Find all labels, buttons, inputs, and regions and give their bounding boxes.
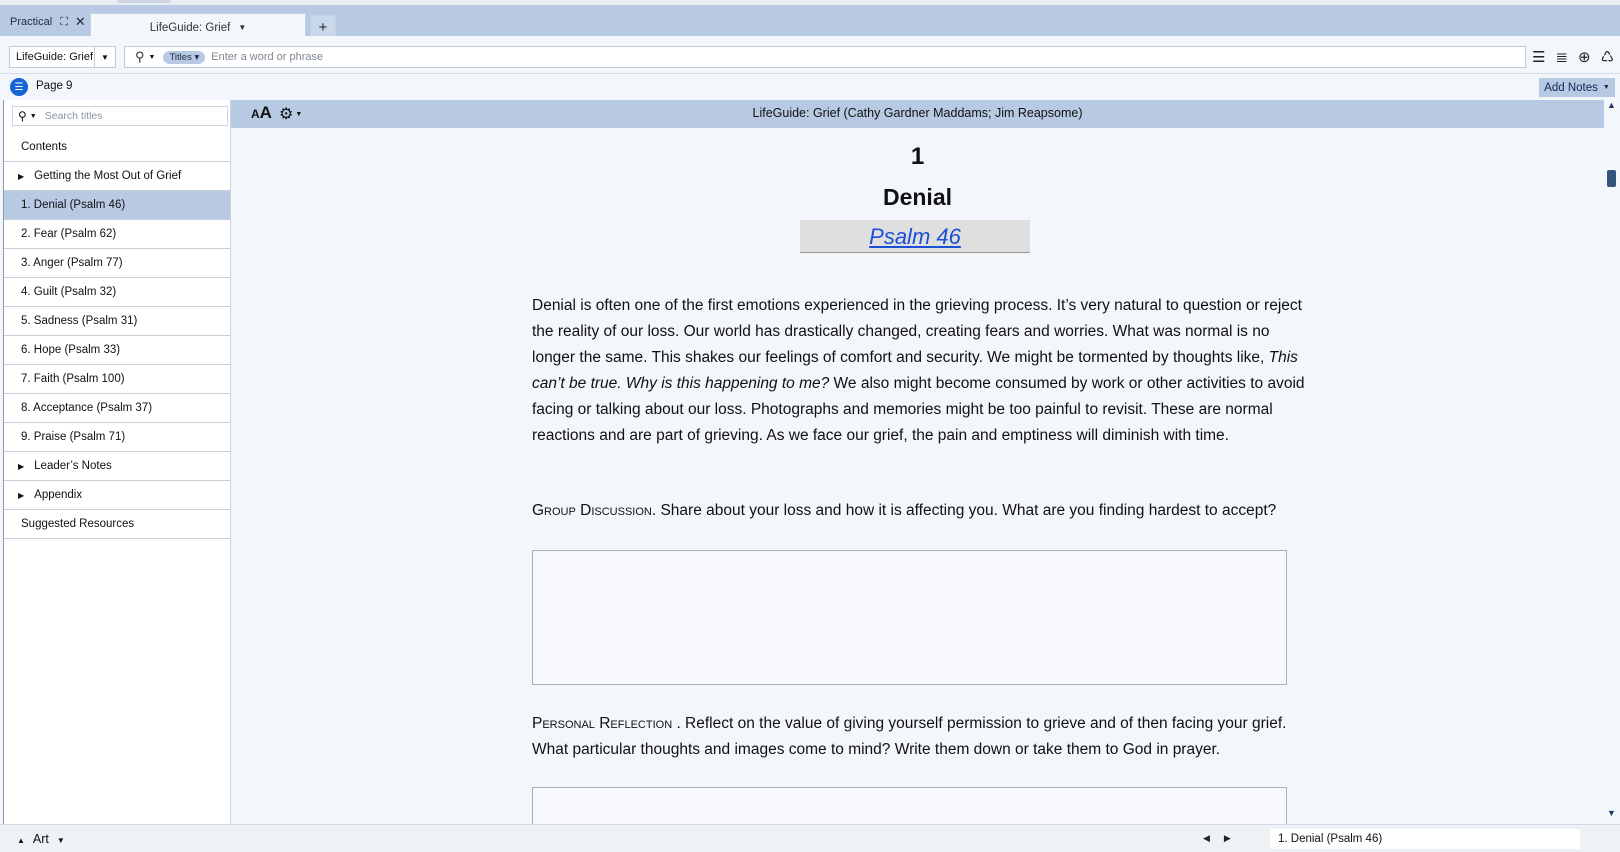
page-row: ☰ Page 9	[0, 74, 1620, 100]
expand-triangle-icon[interactable]: ▶	[18, 172, 24, 181]
personal-reflection-label: Personal Reflection	[532, 715, 673, 732]
fullscreen-icon[interactable]: ⛶	[60, 16, 68, 29]
page-label: Page 9	[36, 80, 73, 92]
chevron-down-icon: ▼	[1602, 84, 1610, 91]
status-bar: ▲ Art ▼ ◀▶ 1. Denial (Psalm 46)	[0, 824, 1620, 852]
close-icon[interactable]: ✕	[75, 14, 86, 30]
group-discussion-label: Group Discussion.	[532, 502, 657, 519]
sidebar-item-praise[interactable]: 9. Praise (Psalm 71)	[4, 423, 230, 452]
expand-triangle-icon[interactable]: ▶	[18, 462, 24, 471]
contents-list-icon[interactable]: ☰	[10, 78, 28, 96]
sidebar-toc: ⚲ ▼ Search titles Contents ▶ Getting the …	[3, 100, 231, 824]
chapter-number: 1	[910, 143, 925, 170]
window-nub	[118, 0, 170, 3]
add-icon[interactable]: ⊕	[1578, 48, 1591, 66]
sidebar-item-label: 6. Hope (Psalm 33)	[21, 344, 121, 356]
sync-icon[interactable]: ♺	[1601, 48, 1614, 66]
sidebar-item-label: 1. Denial (Psalm 46)	[21, 199, 126, 211]
scripture-link[interactable]: Psalm 46	[869, 224, 961, 249]
sidebar-item-fear[interactable]: 2. Fear (Psalm 62)	[4, 220, 230, 249]
personal-reflection-paragraph: Personal Reflection . Reflect on the val…	[532, 711, 1312, 763]
sidebar-item-anger[interactable]: 3. Anger (Psalm 77)	[4, 249, 230, 278]
sidebar-item-suggested-resources[interactable]: Suggested Resources	[4, 510, 230, 539]
add-notes-button[interactable]: Add Notes ▼	[1539, 78, 1615, 97]
intro-paragraph: Denial is often one of the first emotion…	[532, 293, 1312, 449]
sidebar-item-label: Contents	[21, 141, 68, 153]
reader-content: 1 Denial Psalm 46 Denial is often one of…	[231, 128, 1604, 824]
chevron-down-icon[interactable]: ▼	[94, 47, 115, 67]
group-discussion-text: Share about your loss and how it is affe…	[656, 502, 1277, 519]
search-bar[interactable]: ⚲ ▼ Titles ▾ Enter a word or phrase	[124, 46, 1526, 68]
sidebar-item-label: 2. Fear (Psalm 62)	[21, 228, 117, 240]
history-nav: ◀▶	[1203, 833, 1245, 844]
location-field[interactable]: 1. Denial (Psalm 46)	[1270, 829, 1580, 849]
sidebar-item-label: Appendix	[34, 489, 83, 501]
note-input-box[interactable]	[532, 550, 1287, 685]
back-arrow-icon[interactable]: ◀	[1203, 833, 1224, 843]
sidebar-item-label: 5. Sadness (Psalm 31)	[21, 315, 138, 327]
search-icon[interactable]: ⚲	[18, 109, 27, 123]
title-search-field[interactable]: ⚲ ▼ Search titles	[12, 106, 228, 126]
search-icon[interactable]: ⚲	[135, 49, 145, 65]
gear-icon[interactable]: ⚙ ▼	[279, 104, 302, 124]
sidebar-item-sadness[interactable]: 5. Sadness (Psalm 31)	[4, 307, 230, 336]
sidebar-item-hope[interactable]: 6. Hope (Psalm 33)	[4, 336, 230, 365]
search-input[interactable]: Enter a word or phrase	[211, 51, 323, 63]
scroll-down-icon[interactable]: ▼	[1607, 808, 1616, 818]
sidebar-item-label: Leader’s Notes	[34, 460, 112, 472]
sidebar-item-denial[interactable]: 1. Denial (Psalm 46)	[4, 191, 230, 220]
sidebar-item-appendix[interactable]: ▶ Appendix	[4, 481, 230, 510]
art-label: Art	[32, 832, 49, 846]
sidebar-item-acceptance[interactable]: 8. Acceptance (Psalm 37)	[4, 394, 230, 423]
parallel-resources-icon[interactable]: ☰	[1532, 48, 1545, 66]
sidebar-item-label: 7. Faith (Psalm 100)	[21, 373, 125, 385]
toc-list: Contents ▶ Getting the Most Out of Grief …	[4, 133, 230, 539]
reader-scrollbar[interactable]: ▲ ▼	[1604, 100, 1620, 824]
add-notes-label: Add Notes	[1544, 81, 1598, 94]
toolbar: LifeGuide: Grief ▼ ⚲ ▼ Titles ▾ Enter a …	[0, 36, 1620, 74]
chevron-up-icon: ▲	[17, 836, 25, 845]
scroll-up-icon[interactable]: ▲	[1607, 100, 1616, 110]
book-select-value: LifeGuide: Grief	[16, 51, 94, 63]
chapter-title: Denial	[882, 184, 953, 210]
book-select[interactable]: LifeGuide: Grief ▼	[9, 46, 116, 68]
sidebar-item-label: Getting the Most Out of Grief	[34, 170, 182, 182]
title-search-input[interactable]: Search titles	[45, 110, 103, 122]
expand-triangle-icon[interactable]: ▶	[18, 491, 24, 500]
book-title: LifeGuide: Grief (Cathy Gardner Maddams;…	[752, 106, 1083, 120]
tab-practical[interactable]: Practical ⛶ ✕	[4, 11, 88, 33]
tab-lifeguide-label: LifeGuide: Grief	[149, 21, 231, 34]
sidebar-item-label: 9. Praise (Psalm 71)	[21, 431, 126, 443]
font-size-icon[interactable]: AA	[251, 103, 272, 123]
tab-bar: Practical ⛶ ✕ LifeGuide: Grief ▼ +	[0, 5, 1620, 41]
sidebar-item-label: 8. Acceptance (Psalm 37)	[21, 402, 153, 414]
scripture-reference-box: Psalm 46	[800, 220, 1030, 253]
scroll-thumb[interactable]	[1607, 170, 1616, 187]
intro-text-1: Denial is often one of the first emotion…	[532, 297, 1302, 366]
art-panel-toggle[interactable]: ▲ Art ▼	[17, 832, 65, 846]
forward-arrow-icon[interactable]: ▶	[1224, 833, 1245, 843]
search-scope-pill[interactable]: Titles ▾	[163, 50, 206, 64]
visual-filters-icon[interactable]: ≣	[1555, 48, 1568, 66]
sidebar-item-getting-most[interactable]: ▶ Getting the Most Out of Grief	[4, 162, 230, 191]
group-discussion-paragraph: Group Discussion. Share about your loss …	[532, 498, 1312, 524]
sidebar-item-label: 3. Anger (Psalm 77)	[21, 257, 123, 269]
sidebar-item-contents[interactable]: Contents	[4, 133, 230, 162]
chevron-down-icon: ▼	[56, 836, 65, 845]
sidebar-item-leaders-notes[interactable]: ▶ Leader’s Notes	[4, 452, 230, 481]
note-input-box[interactable]	[532, 787, 1287, 824]
sidebar-item-guilt[interactable]: 4. Guilt (Psalm 32)	[4, 278, 230, 307]
tab-practical-label: Practical	[10, 16, 53, 28]
chevron-down-icon[interactable]: ▼	[238, 23, 246, 32]
sidebar-item-label: Suggested Resources	[21, 518, 135, 530]
chevron-down-icon[interactable]: ▼	[30, 113, 37, 120]
chevron-down-icon[interactable]: ▼	[149, 54, 156, 61]
reader-header: LifeGuide: Grief (Cathy Gardner Maddams;…	[231, 100, 1604, 128]
sidebar-item-label: 4. Guilt (Psalm 32)	[21, 286, 117, 298]
sidebar-item-faith[interactable]: 7. Faith (Psalm 100)	[4, 365, 230, 394]
toolbar-icons: ☰ ≣ ⊕ ♺	[1532, 48, 1614, 66]
chevron-down-icon: ▼	[295, 111, 303, 119]
search-scope-label: Titles	[169, 51, 192, 63]
